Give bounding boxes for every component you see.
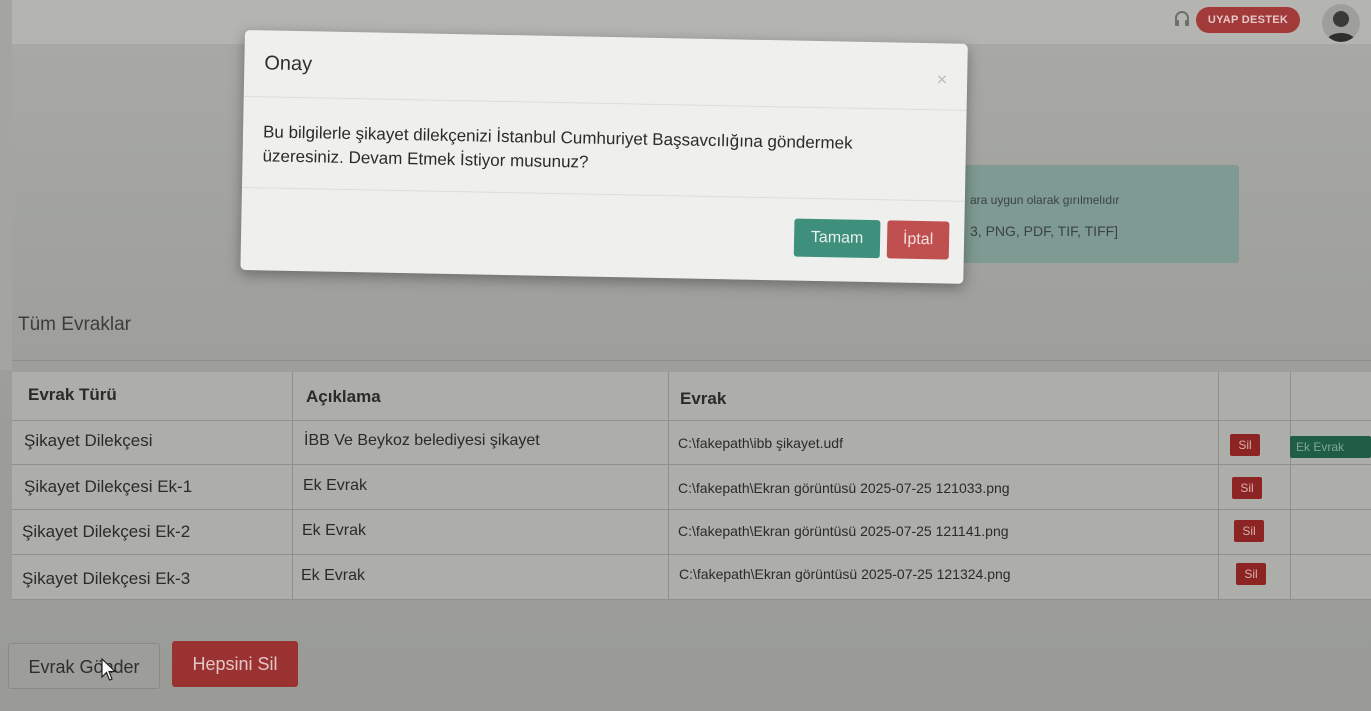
avatar[interactable] [1322,4,1360,42]
cell-type: Şikayet Dilekçesi Ek-3 [22,569,191,588]
top-bar [0,0,1371,44]
delete-button[interactable]: Sil [1230,434,1260,456]
user-avatar-icon [1326,11,1356,42]
column-header-type: Evrak Türü [28,385,117,404]
cell-file: C:\fakepath\ibb şikayet.udf [678,435,843,451]
headset-icon[interactable] [1173,10,1191,28]
confirm-dialog: Onay × Bu bilgilerle şikayet dilekçenizi… [240,30,968,284]
dialog-divider [243,95,967,111]
section-divider [12,360,1371,361]
table-row: Şikayet Dilekçesi Ek-2 Ek Evrak C:\fakep… [12,509,1371,555]
cell-description: Ek Evrak [301,567,366,584]
cell-description: İBB Ve Beykoz belediyesi şikayet [304,432,540,449]
info-text-line1: ara uygun olarak gırılmelıdır [970,193,1120,207]
table-row: Şikayet Dilekçesi Ek-1 Ek Evrak C:\fakep… [12,464,1371,510]
info-text-line2: 3, PNG, PDF, TIF, TIFF] [970,223,1119,239]
close-icon[interactable]: × [936,69,947,90]
documents-table: Evrak Türü Açıklama Evrak Şikayet Dilekç… [12,372,1371,600]
cell-description: Ek Evrak [302,522,367,539]
send-documents-button[interactable]: Evrak Gönder [8,643,160,689]
column-header-file: Evrak [680,389,727,408]
cell-file: C:\fakepath\Ekran görüntüsü 2025-07-25 1… [678,480,1010,496]
cell-type: Şikayet Dilekçesi Ek-2 [22,522,191,541]
dialog-message: Bu bilgilerle şikayet dilekçenizi İstanb… [262,122,853,172]
cell-description: Ek Evrak [303,477,368,494]
confirm-button[interactable]: Tamam [793,218,881,259]
cell-file: C:\fakepath\Ekran görüntüsü 2025-07-25 1… [678,523,1009,539]
delete-button[interactable]: Sil [1236,563,1266,585]
delete-button[interactable]: Sil [1234,520,1264,542]
cell-type: Şikayet Dilekçesi Ek-1 [24,477,193,496]
table-row: Şikayet Dilekçesi İBB Ve Beykoz belediye… [12,420,1371,465]
extra-document-button[interactable]: Ek Evrak [1290,436,1371,458]
cancel-button[interactable]: İptal [886,220,950,260]
dialog-divider [241,186,965,202]
section-title: Tüm Evraklar [18,314,131,335]
left-panel-edge [0,0,12,370]
delete-button[interactable]: Sil [1232,477,1262,499]
table-row: Şikayet Dilekçesi Ek-3 Ek Evrak C:\fakep… [12,554,1371,600]
support-button[interactable]: UYAP DESTEK [1196,7,1300,33]
table-header-row: Evrak Türü Açıklama Evrak [12,372,1371,421]
dialog-title: Onay [264,52,313,76]
column-header-description: Açıklama [306,387,381,406]
cell-type: Şikayet Dilekçesi [24,431,153,450]
cell-file: C:\fakepath\Ekran görüntüsü 2025-07-25 1… [679,566,1011,582]
delete-all-button[interactable]: Hepsini Sil [172,641,298,687]
mouse-cursor-icon [101,658,117,681]
